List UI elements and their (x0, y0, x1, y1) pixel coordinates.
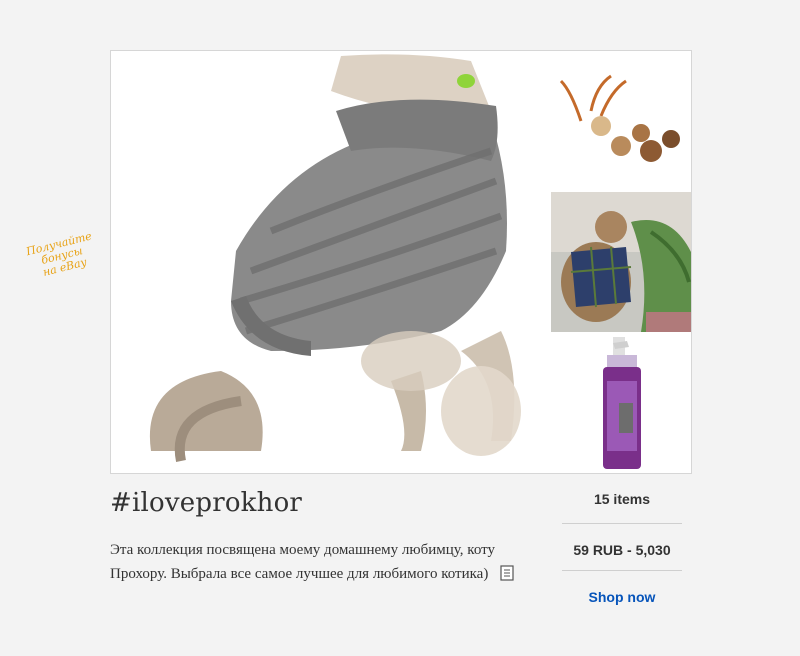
document-icon[interactable] (500, 565, 514, 581)
cat-sweater-illustration (111, 51, 551, 473)
ebay-bonus-badge[interactable]: Получайте бонусы на eBay (23, 230, 102, 282)
shop-now-link[interactable]: Shop now (562, 588, 682, 606)
price-range: 59 RUB - 5,030 (573, 542, 671, 558)
main-product-image[interactable] (111, 51, 551, 473)
collection-image-grid[interactable] (110, 50, 692, 474)
cat-harness-illustration (551, 192, 691, 332)
collection-summary: 15 items 59 RUB - 5,030 Shop now (562, 488, 682, 606)
divider (562, 523, 682, 524)
divider (562, 570, 682, 571)
collection-title: #iloveprokhor (110, 488, 303, 518)
toy-balls-illustration (551, 51, 691, 191)
thumbnail-toy-balls[interactable] (551, 51, 691, 191)
thumbnail-shampoo[interactable] (551, 333, 691, 473)
shampoo-bottle-illustration (551, 333, 691, 473)
description-text: Эта коллекция посвящена моему домашнему … (110, 542, 495, 582)
items-count: 15 items (593, 491, 651, 507)
collection-description: Эта коллекция посвящена моему домашнему … (110, 538, 530, 586)
thumbnail-cat-harness[interactable] (551, 192, 691, 332)
